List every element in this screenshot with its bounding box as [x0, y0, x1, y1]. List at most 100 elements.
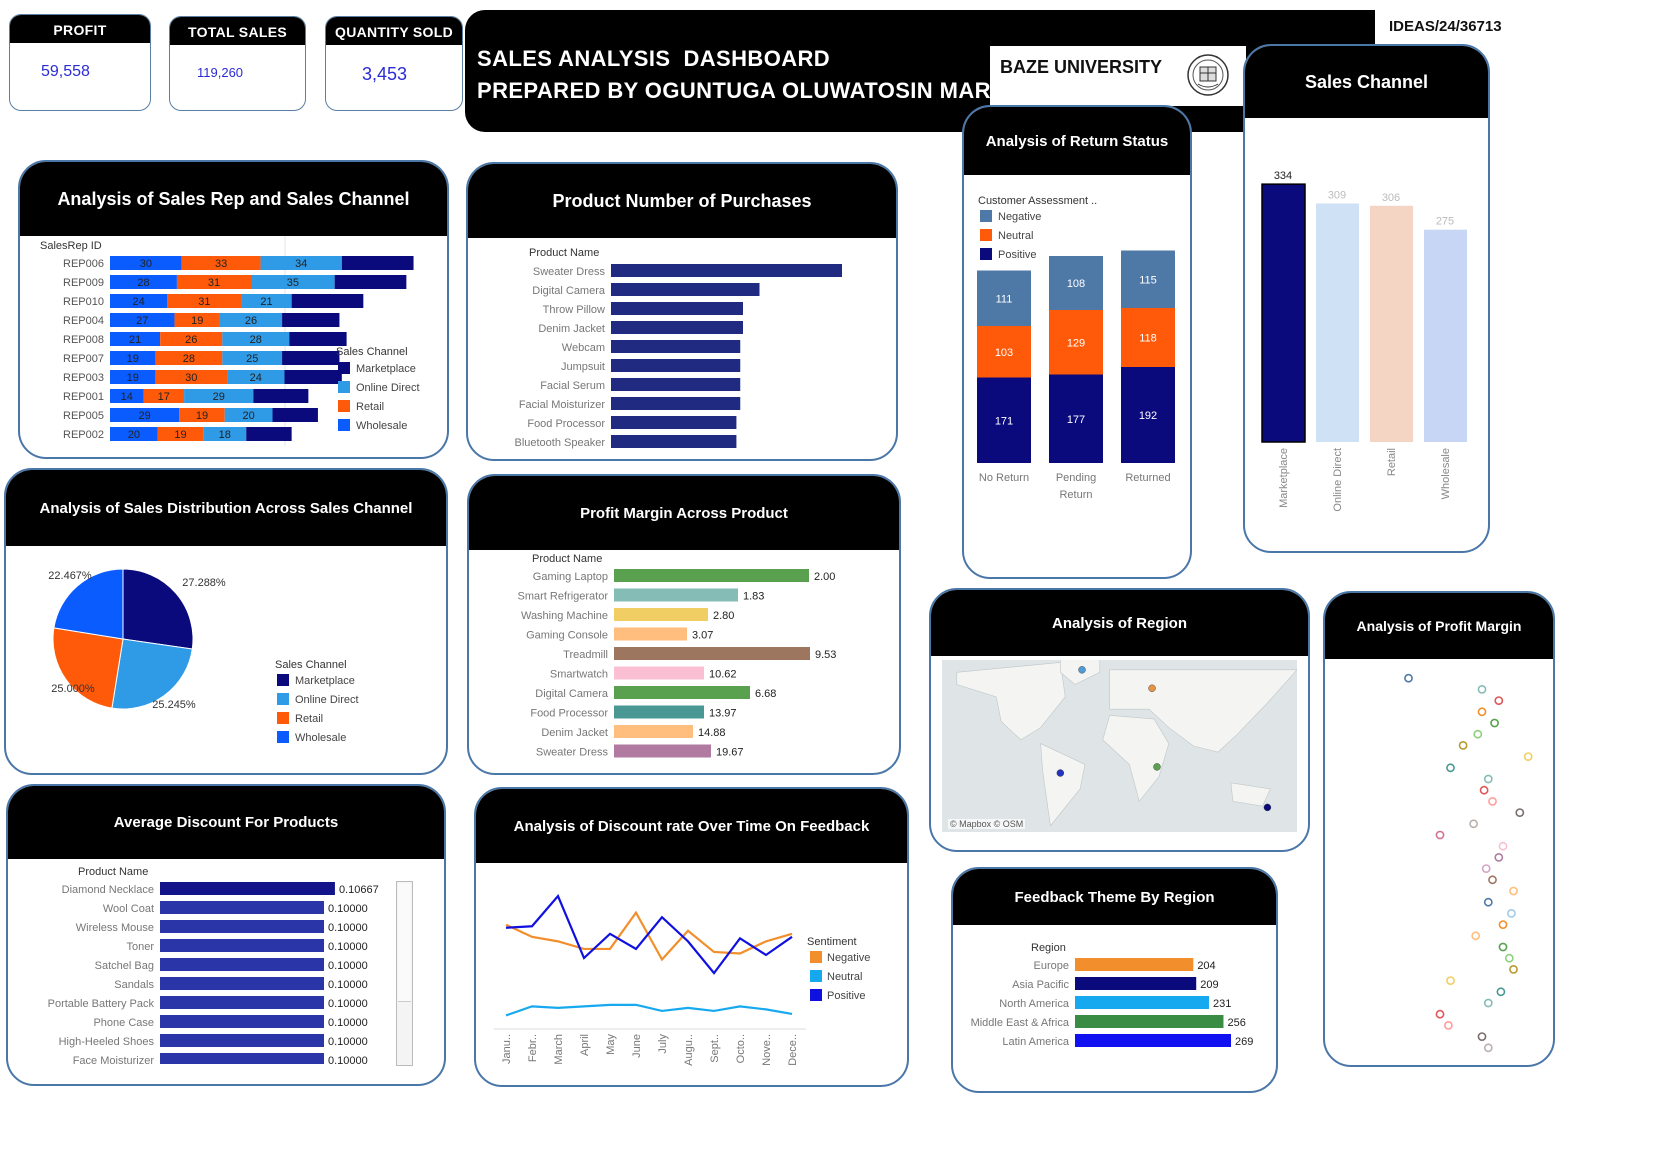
bar-label-rep002-online-direct: 18: [219, 429, 231, 441]
bar-rep010-marketplace: [291, 294, 364, 308]
legend-label-wholesale: Wholesale: [356, 420, 407, 432]
purchase-bar-denim-jacket: [611, 321, 743, 334]
avg-discount-scrollbar[interactable]: [396, 881, 413, 1066]
margin-bar-treadmill: [614, 647, 810, 660]
region-value-latin-america: 269: [1235, 1036, 1253, 1048]
profit-margin-product-panel: Profit Margin Across Product Product Nam…: [467, 474, 901, 775]
feedback-region-chart: Region Europe 204 Asia Pacific 209 North Amer…: [971, 942, 1254, 1048]
discount-bar-toner: [160, 939, 324, 952]
margin-bar-gaming-laptop: [614, 569, 809, 582]
sales-rep-panel: Analysis of Sales Rep and Sales Channel …: [18, 160, 449, 459]
scatter-point-12: [1515, 808, 1525, 817]
scatter-point-27: [1446, 976, 1455, 985]
purchase-bar-throw-pillow: [611, 302, 743, 315]
discount-bar-high-heeled-shoes: [160, 1034, 324, 1047]
return-status-panel: Analysis of Return Status Customer Asses…: [962, 105, 1192, 579]
profit-margin-panel: Analysis of Profit Margin: [1323, 591, 1555, 1067]
rep-label-rep001: REP001: [63, 391, 104, 403]
sales-rep-title: Analysis of Sales Rep and Sales Channel: [20, 162, 447, 236]
bar-label-rep003-wholesale: 19: [127, 372, 139, 384]
product-label-satchel-bag: Satchel Bag: [95, 960, 154, 972]
bar-rep008-marketplace: [289, 332, 347, 346]
margin-label-smart-refrigerator: 1.83: [743, 591, 764, 603]
discount-label-wireless-mouse: 0.10000: [328, 922, 368, 934]
scatter-point-10: [1479, 785, 1489, 795]
title-line-1: SALES ANALYSIS DASHBOARD: [477, 46, 831, 71]
bar-label-rep007-wholesale: 19: [127, 353, 139, 365]
scatter-point-2: [1494, 696, 1504, 705]
dashboard-title: SALES ANALYSIS DASHBOARD PREPARED BY OGU…: [477, 43, 1005, 107]
legend-label-positive: Positive: [827, 990, 866, 1002]
bar-label-rep010-wholesale: 24: [133, 296, 145, 308]
margin-bar-washing-machine: [614, 608, 708, 621]
scatter-point-25: [1504, 953, 1514, 963]
column-label-returned-neutral: 118: [1139, 333, 1157, 345]
legend-label-negative: Negative: [998, 211, 1041, 223]
month-label-1: Febr..: [527, 1034, 539, 1062]
scatter-point-9: [1483, 774, 1493, 784]
region-label-latin-america: Latin America: [1002, 1036, 1070, 1048]
region-label-north-america: North America: [999, 998, 1070, 1010]
pie-slice-retail: [52, 627, 124, 709]
legend-label-wholesale: Wholesale: [295, 732, 346, 744]
margin-bar-gaming-console: [614, 627, 687, 641]
legend-swatch-retail: [277, 712, 289, 724]
avg-discount-title: Average Discount For Products: [8, 786, 444, 859]
value-label-online-direct: 309: [1328, 189, 1346, 201]
scatter-point-3: [1477, 707, 1487, 717]
discount-label-phone-case: 0.10000: [328, 1017, 368, 1029]
title-line-2: PREPARED BY OGUNTUGA OLUWATOSIN MARY: [477, 78, 1006, 103]
quantity-sold-value: 3,453: [362, 64, 408, 84]
quantity-sold-label: QUANTITY SOLD: [326, 17, 462, 45]
scrollbar-thumb[interactable]: [398, 883, 411, 1002]
region-title: Analysis of Region: [931, 590, 1308, 656]
month-label-4: May: [605, 1034, 617, 1055]
region-label-asia-pacific: Asia Pacific: [1012, 979, 1069, 991]
month-label-7: Augu..: [683, 1034, 695, 1066]
bar-label-rep009-retail: 31: [208, 277, 220, 289]
scatter-point-28: [1496, 987, 1506, 997]
column-label-pending-return-negative: 108: [1067, 278, 1085, 290]
legend-label-neutral: Neutral: [827, 971, 862, 983]
scatter-point-17: [1481, 864, 1491, 873]
margin-label-gaming-console: 3.07: [692, 630, 713, 642]
region-bar-europe: [1075, 958, 1194, 971]
scatter-point-29: [1483, 998, 1493, 1008]
product-label-phone-case: Phone Case: [93, 1017, 154, 1029]
rep-label-rep002: REP002: [63, 429, 104, 441]
scatter-point-13: [1469, 819, 1478, 829]
bar-label-rep001-online-direct: 29: [213, 391, 225, 403]
legend-title: Sales Channel: [336, 346, 408, 358]
category-label-online-direct: Online Direct: [1332, 448, 1344, 512]
purchases-panel: Product Number of Purchases Product Name…: [466, 162, 898, 461]
legend-title: Sales Channel: [275, 659, 347, 671]
scatter-point-23: [1471, 931, 1481, 941]
month-label-10: Nove..: [761, 1034, 773, 1066]
pie-label-retail: 25.000%: [51, 683, 95, 695]
value-label-wholesale: 275: [1436, 216, 1454, 228]
discount-label-wool-coat: 0.10000: [328, 903, 368, 915]
row-header: SalesRep ID: [40, 240, 102, 252]
region-value-europe: 204: [1197, 960, 1215, 972]
profit-value: 59,558: [41, 63, 90, 80]
region-map[interactable]: [942, 660, 1297, 832]
purchase-bar-bluetooth-speaker: [611, 435, 737, 448]
value-label-marketplace: 334: [1274, 170, 1292, 182]
bar-rep007-marketplace: [282, 351, 340, 365]
university-seal-icon: [1186, 53, 1230, 102]
product-label-denim-jacket: Denim Jacket: [538, 323, 605, 335]
rep-label-rep010: REP010: [63, 296, 104, 308]
month-label-6: July: [657, 1034, 669, 1054]
bar-label-rep005-online-direct: 20: [242, 410, 254, 422]
bar-label-rep010-online-direct: 21: [260, 296, 272, 308]
scatter-point-22: [1498, 920, 1508, 929]
column-online-direct: [1316, 203, 1359, 442]
product-label-portable-battery-pack: Portable Battery Pack: [48, 998, 155, 1010]
bar-rep004-marketplace: [282, 313, 340, 327]
region-bar-latin-america: [1075, 1034, 1232, 1047]
region-label-middle-east-africa: Middle East & Africa: [971, 1017, 1070, 1029]
category-label-marketplace: Marketplace: [1278, 448, 1290, 508]
sales-channel-panel: Sales Channel 334 Marketplace 309 Online Di…: [1243, 44, 1490, 553]
legend-swatch-negative: [980, 210, 992, 222]
margin-label-sweater-dress: 19.67: [716, 747, 744, 759]
